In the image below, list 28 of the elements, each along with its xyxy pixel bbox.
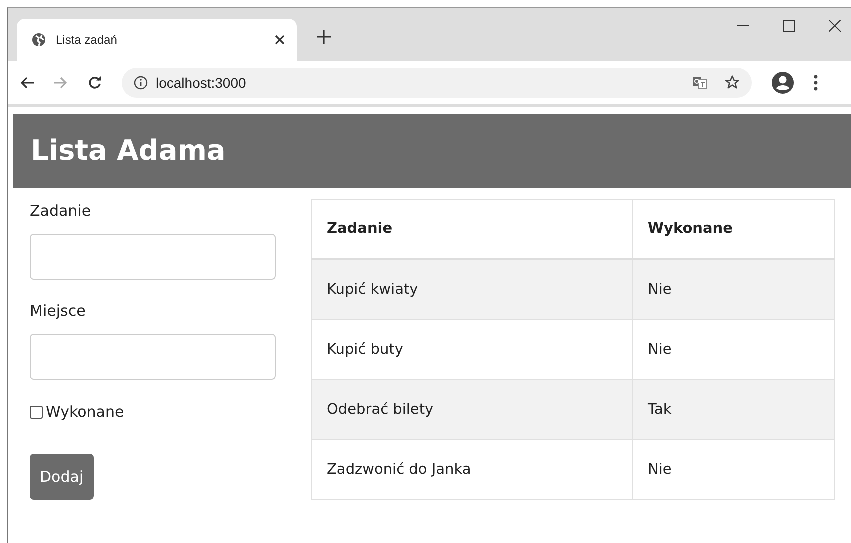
checkbox[interactable] (30, 406, 43, 418)
checkbox-label: Wykonane (46, 403, 124, 421)
back-icon[interactable] (20, 76, 34, 90)
field-label: Miejsce (30, 302, 87, 320)
profile-icon[interactable] (772, 72, 794, 94)
table-cell: Zadzwonić do Janka (312, 440, 632, 500)
address-bar[interactable]: localhost:3000 (122, 68, 752, 98)
globe-icon (32, 33, 46, 47)
text-field[interactable] (30, 234, 276, 280)
add-button[interactable]: Dodaj (30, 454, 94, 500)
table-cell: Tak (632, 380, 834, 440)
table-cell: Nie (632, 440, 834, 500)
bookmark-star-icon[interactable] (725, 75, 740, 90)
page-title: Lista Adama (13, 114, 851, 188)
browser-tab[interactable]: Lista zadań (17, 19, 297, 61)
translate-icon[interactable] (693, 76, 707, 90)
reload-icon[interactable] (88, 76, 102, 90)
new-tab-icon[interactable] (317, 30, 331, 44)
close-window-icon[interactable] (829, 20, 841, 32)
table-cell: Odebrać bilety (312, 380, 632, 440)
table-cell: Nie (632, 259, 834, 320)
table-cell: Kupić kwiaty (312, 259, 632, 320)
menu-icon[interactable] (814, 74, 818, 90)
info-icon[interactable] (134, 76, 148, 90)
maximize-icon[interactable] (783, 20, 795, 32)
close-icon[interactable] (275, 35, 285, 45)
field-label: Zadanie (30, 202, 92, 220)
text-field[interactable] (30, 334, 276, 380)
